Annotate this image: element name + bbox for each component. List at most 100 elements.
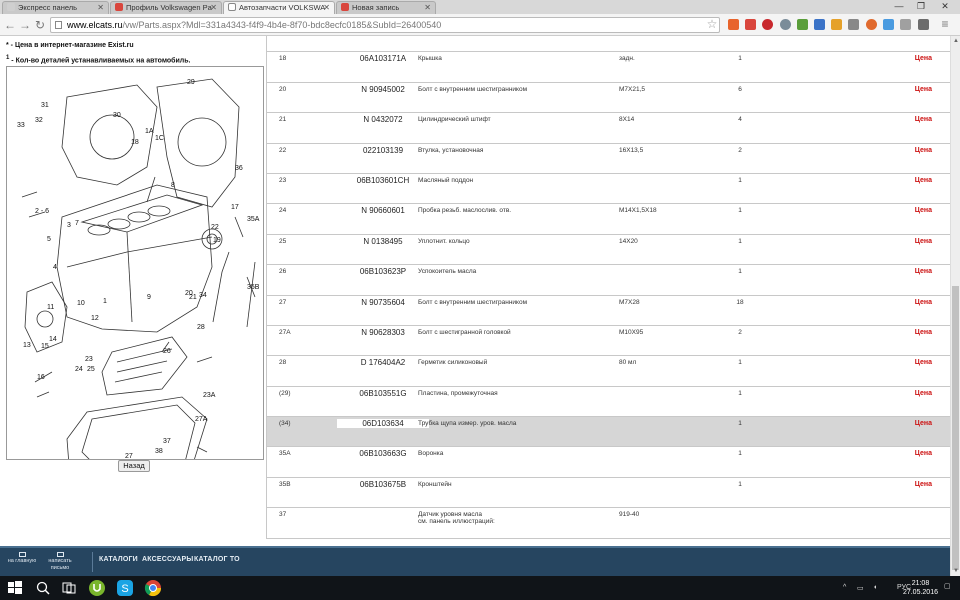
diagram-callout[interactable]: 36 (235, 165, 243, 172)
extension-icon[interactable] (797, 19, 808, 30)
part-number[interactable]: N 90660601 (337, 206, 429, 215)
price-link[interactable]: Цена (915, 359, 932, 366)
diagram-callout[interactable]: 37 (163, 438, 171, 445)
price-link[interactable]: Цена (915, 207, 932, 214)
windows-start-icon[interactable] (6, 579, 24, 597)
diagram-callout[interactable]: 12 (91, 315, 99, 322)
part-number[interactable]: 06D103634 (337, 419, 429, 429)
extension-icon[interactable] (918, 19, 929, 30)
table-row[interactable]: 18 06A103171A Крышка задн. 1 Цена (266, 52, 950, 83)
back-button[interactable]: Назад (118, 460, 150, 472)
price-link[interactable]: Цена (915, 390, 932, 397)
notification-center-icon[interactable]: ▢ (944, 582, 951, 590)
catalogs-link[interactable]: КАТАЛОГИ (99, 556, 138, 563)
part-number[interactable]: 022103139 (337, 146, 429, 155)
home-link[interactable]: на главную (2, 552, 42, 565)
taskbar-clock[interactable]: 21:08 27.05.2016 (903, 579, 938, 597)
diagram-callout[interactable]: 15 (41, 343, 49, 350)
diagram-callout[interactable]: 19 (213, 237, 221, 244)
diagram-callout[interactable]: 32 (35, 117, 43, 124)
diagram-callout[interactable]: 14 (49, 336, 57, 343)
diagram-callout[interactable]: 31 (41, 102, 49, 109)
table-row[interactable]: 24 N 90660601 Пробка резьб. маслослив. отв… (266, 204, 950, 235)
table-row[interactable]: 35A 06B103663G Воронка 1 Цена (266, 447, 950, 478)
table-row[interactable]: 20 N 90945002 Болт с внутренним шестигранн… (266, 82, 950, 114)
table-row[interactable]: 35B 06B103675B Кронштейн 1 Цена (266, 477, 950, 509)
diagram-callout[interactable]: 3 (67, 222, 71, 229)
price-link[interactable]: Цена (915, 268, 932, 275)
extension-icon[interactable] (866, 19, 877, 30)
table-row[interactable]: (34) 06D103634 Трубка щупа измер. уров. ма… (266, 417, 950, 448)
extension-icon[interactable] (831, 19, 842, 30)
diagram-callout[interactable]: 23A (203, 392, 216, 399)
diagram-callout[interactable]: 13 (23, 342, 31, 349)
chrome-menu-icon[interactable]: ≡ (938, 16, 952, 32)
diagram-callout[interactable]: 16 (37, 374, 45, 381)
diagram-callout[interactable]: 1A (145, 128, 154, 135)
maximize-window-button[interactable]: ❐ (910, 0, 932, 13)
price-link[interactable]: Цена (915, 329, 932, 336)
table-row[interactable]: 37 Датчик уровня масла см. панель иллюстра… (266, 508, 950, 539)
translate-icon[interactable] (814, 19, 825, 30)
extension-icon[interactable] (848, 19, 859, 30)
tab-profile-volkswagen[interactable]: Профиль Volkswagen Pa ✕ (110, 1, 222, 14)
diagram-callout[interactable]: 25 (87, 366, 95, 373)
price-link[interactable]: Цена (915, 177, 932, 184)
diagram-callout[interactable]: 29 (187, 79, 195, 86)
diagram-callout[interactable]: 22 (211, 224, 219, 231)
table-row[interactable]: (29) 06B103551G Пластина, промежуточная 1 Це… (266, 386, 950, 418)
table-row[interactable]: 25 N 0138495 Уплотнит. кольцо 14X20 1 Цена (266, 234, 950, 266)
task-view-icon[interactable] (60, 579, 78, 597)
diagram-callout[interactable]: 27A (195, 416, 208, 423)
diagram-callout[interactable]: 4 (53, 264, 57, 271)
volume-icon[interactable]: ◖ (873, 584, 877, 591)
diagram-callout[interactable]: 1 (103, 298, 107, 305)
part-number[interactable]: 06B103663G (337, 449, 429, 458)
close-tab-icon[interactable]: ✕ (97, 2, 104, 13)
tab-express-panel[interactable]: Экспресс панель ✕ (2, 1, 109, 14)
diagram-callout[interactable]: 38 (155, 448, 163, 455)
diagram-callout[interactable]: 11 (47, 304, 54, 311)
scroll-thumb[interactable] (952, 286, 959, 570)
part-number[interactable]: 06B103551G (337, 389, 429, 398)
extension-icon[interactable] (728, 19, 739, 30)
extension-icon[interactable] (745, 19, 756, 30)
close-tab-icon[interactable]: ✕ (424, 2, 431, 13)
part-number[interactable]: N 90945002 (337, 85, 429, 94)
part-number[interactable]: 06B103623P (337, 267, 429, 276)
extension-icon[interactable] (883, 19, 894, 30)
diagram-callout[interactable]: 24 (75, 366, 83, 373)
diagram-callout[interactable]: 35A (247, 216, 260, 223)
price-link[interactable]: Цена (915, 55, 932, 62)
table-row[interactable]: 22 022103139 Втулка, установочная 16X13,5 2 Ц… (266, 143, 950, 174)
tab-new-post[interactable]: Новая запись ✕ (336, 1, 436, 14)
price-link[interactable]: Цена (915, 481, 932, 488)
close-tab-icon[interactable]: ✕ (210, 2, 217, 13)
price-link[interactable]: Цена (915, 86, 932, 93)
utorrent-icon[interactable] (88, 579, 106, 597)
diagram-callout[interactable]: 10 (77, 300, 85, 307)
part-number[interactable]: N 0138495 (337, 237, 429, 246)
close-tab-icon[interactable]: ✕ (323, 2, 330, 13)
close-window-button[interactable]: ✕ (934, 0, 956, 13)
adblock-icon[interactable] (762, 19, 773, 30)
price-link[interactable]: Цена (915, 299, 932, 306)
diagram-callout[interactable]: 26 (163, 348, 171, 355)
diagram-callout[interactable]: 5 (47, 236, 51, 243)
maintenance-catalog-link[interactable]: КАТАЛОГ ТО (194, 556, 240, 563)
tab-autoparts-volkswagen[interactable]: Автозапчасти VOLKSWA ✕ (223, 1, 335, 15)
reload-icon[interactable]: ↻ (33, 17, 47, 33)
diagram-callout[interactable]: 17 (231, 204, 239, 211)
diagram-callout[interactable]: 21 (189, 294, 197, 301)
table-row[interactable]: 26 06B103623P Успокоитель масла 1 Цена (266, 265, 950, 296)
exploded-parts-diagram[interactable]: 1 1A 1C 2 - 6 3 4 5 7 8 9 10 11 12 13 14 15 16 17 18 19 20 21… (6, 66, 264, 488)
diagram-callout[interactable]: 1C (155, 135, 164, 142)
table-row[interactable]: 27 N 90735604 Болт с внутренним шестигранн… (266, 295, 950, 326)
part-number[interactable]: N 90628303 (337, 328, 429, 337)
back-arrow-icon[interactable]: ← (3, 17, 17, 33)
part-number[interactable]: 06B103675B (337, 480, 429, 489)
scroll-down-arrow-icon[interactable]: ▼ (951, 566, 960, 576)
part-number[interactable]: 06B103601CH (337, 176, 429, 185)
diagram-callout[interactable]: 35B (247, 284, 260, 291)
bookmark-star-icon[interactable]: ☆ (705, 16, 719, 32)
